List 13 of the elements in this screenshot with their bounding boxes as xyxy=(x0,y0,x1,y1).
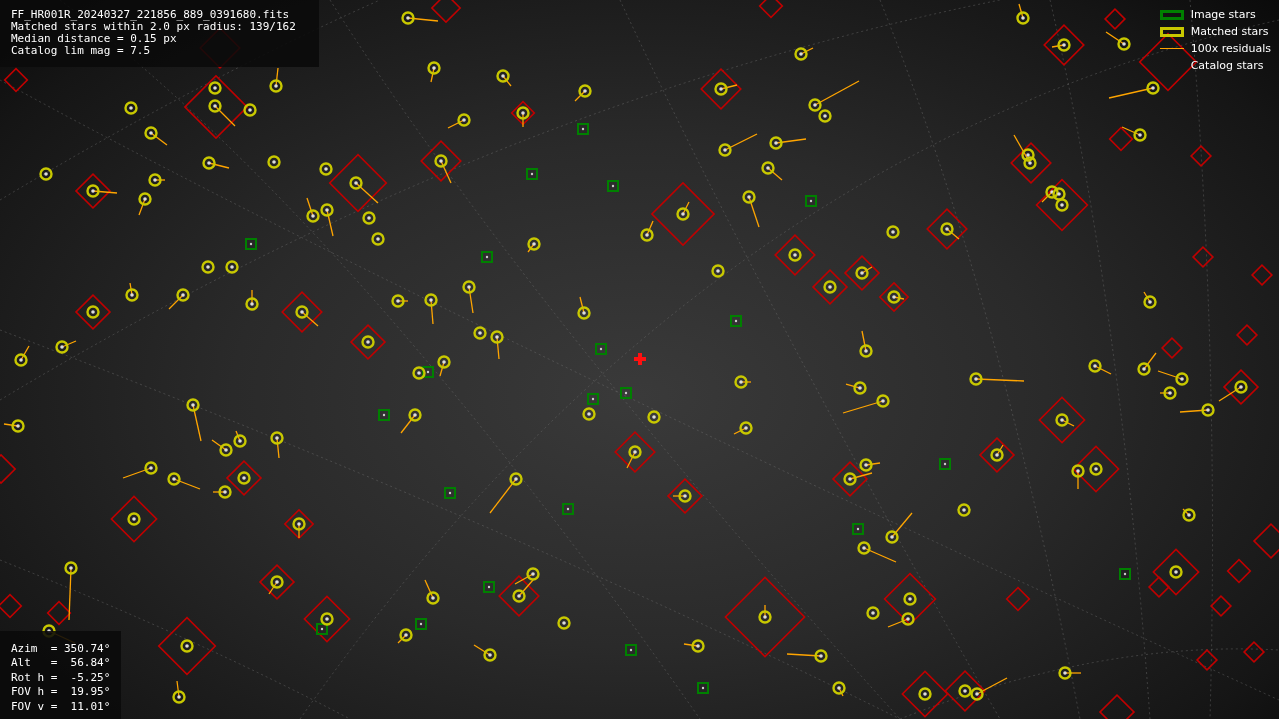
info-text: FF_HR001R_20240327_221856_889_0391680.fits xyxy=(11,9,291,21)
legend-label: 100x residuals xyxy=(1190,42,1271,55)
pointing-text: FOV v = 11.01° xyxy=(11,699,111,714)
pointing-text: FOV h = 19.95° xyxy=(11,685,111,700)
info-text: Matched stars within 2.0 px radius: 139/162 xyxy=(11,21,297,33)
pointing-text: Azim = 350.74° xyxy=(11,641,111,656)
legend-label: Matched stars xyxy=(1190,25,1269,38)
pointing-text: Rot h = -5.25° xyxy=(11,670,111,685)
info-text: Median distance = 0.15 px xyxy=(11,33,178,45)
legend-label: Catalog stars xyxy=(1190,59,1264,72)
info-text: Catalog lim mag = 7.5 xyxy=(11,45,152,57)
legend-label: Image stars xyxy=(1190,8,1256,21)
pointing-text: Alt = 56.84° xyxy=(11,656,111,671)
